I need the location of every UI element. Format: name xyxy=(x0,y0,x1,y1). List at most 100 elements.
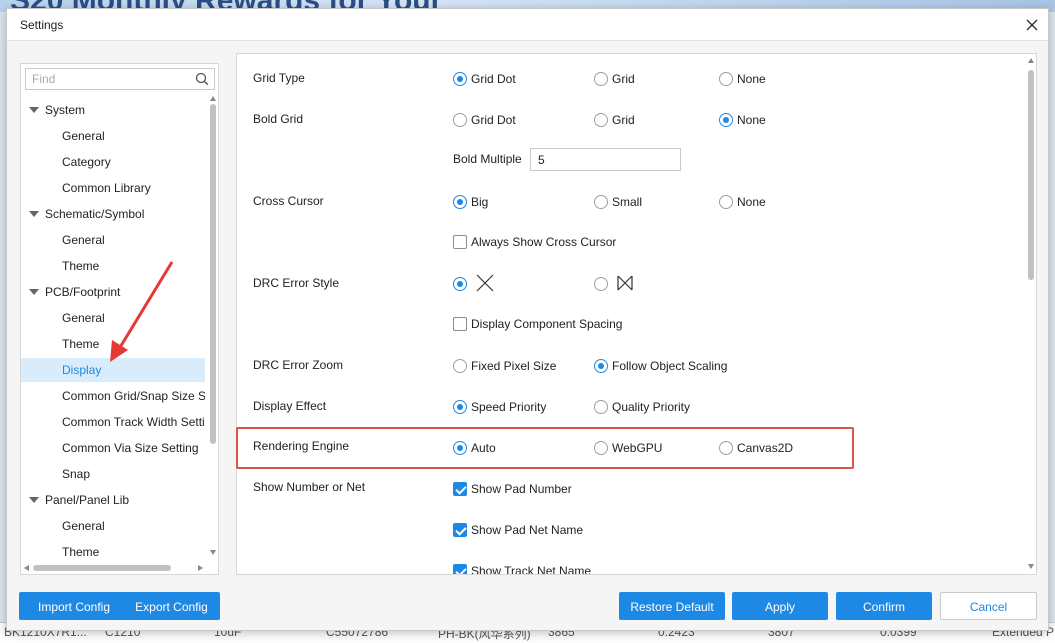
scroll-up-icon[interactable] xyxy=(1028,58,1034,63)
scroll-down-icon[interactable] xyxy=(210,550,216,555)
bowtie-icon xyxy=(617,275,633,291)
close-icon[interactable] xyxy=(1024,17,1040,33)
radio-circle[interactable] xyxy=(594,359,608,373)
option-label: Quality Priority xyxy=(612,400,691,414)
bold-grid-none-radio[interactable]: None xyxy=(719,112,766,128)
show-pad-number-checkbox[interactable]: Show Pad Number xyxy=(453,481,572,497)
cancel-button[interactable]: Cancel xyxy=(940,592,1037,620)
bold-grid-grid-radio[interactable]: Grid xyxy=(594,112,635,128)
export-config-button[interactable]: Export Config xyxy=(123,592,220,620)
import-config-button[interactable]: Import Config xyxy=(19,592,129,620)
tree-item-common-library[interactable]: Common Library xyxy=(21,176,205,200)
cross-cursor-big-radio[interactable]: Big xyxy=(453,194,488,210)
option-label: Always Show Cross Cursor xyxy=(471,235,617,249)
option-label: Small xyxy=(612,195,643,209)
show-track-net-name-checkbox[interactable]: Show Track Net Name xyxy=(453,563,591,574)
show-pad-net-name-checkbox[interactable]: Show Pad Net Name xyxy=(453,522,583,538)
drc-style-x-radio[interactable] xyxy=(453,274,497,292)
tree-item-category[interactable]: Category xyxy=(21,150,205,174)
tree-item-schematic-general[interactable]: General xyxy=(21,228,205,252)
radio-circle[interactable] xyxy=(594,113,608,127)
bold-grid-label: Bold Grid xyxy=(253,112,304,126)
tree-item-panel-theme[interactable]: Theme xyxy=(21,540,205,564)
grid-type-grid-dot-radio[interactable]: Grid Dot xyxy=(453,71,516,87)
tree-item-common-grid-snap-size[interactable]: Common Grid/Snap Size Setting xyxy=(21,384,205,408)
tree-item-snap[interactable]: Snap xyxy=(21,462,205,486)
radio-circle[interactable] xyxy=(453,113,467,127)
radio-circle[interactable] xyxy=(719,72,733,86)
caret-down-icon[interactable] xyxy=(29,107,39,113)
radio-circle[interactable] xyxy=(719,113,733,127)
drc-style-bowtie-radio[interactable] xyxy=(594,275,638,292)
scroll-thumb[interactable] xyxy=(210,104,216,444)
bold-grid-grid-dot-radio[interactable]: Grid Dot xyxy=(453,112,516,128)
radio-circle[interactable] xyxy=(453,72,467,86)
tree-item-label: Common Grid/Snap Size Setting xyxy=(62,389,205,403)
dialog-titlebar: Settings xyxy=(7,9,1048,41)
radio-circle[interactable] xyxy=(453,441,467,455)
show-number-or-net-label: Show Number or Net xyxy=(253,480,366,494)
radio-circle[interactable] xyxy=(594,72,608,86)
apply-button[interactable]: Apply xyxy=(732,592,828,620)
display-effect-quality-radio[interactable]: Quality Priority xyxy=(594,399,690,415)
radio-circle[interactable] xyxy=(453,400,467,414)
option-label: None xyxy=(737,195,766,209)
grid-type-grid-radio[interactable]: Grid xyxy=(594,71,635,87)
content-vertical-scrollbar[interactable] xyxy=(1025,54,1036,574)
caret-down-icon[interactable] xyxy=(29,289,39,295)
scroll-thumb[interactable] xyxy=(33,565,171,571)
rendering-engine-canvas2d-radio[interactable]: Canvas2D xyxy=(719,440,793,456)
radio-circle[interactable] xyxy=(719,195,733,209)
tree-vertical-scrollbar[interactable] xyxy=(208,94,218,560)
scroll-thumb[interactable] xyxy=(1028,70,1034,280)
restore-default-button[interactable]: Restore Default xyxy=(619,592,725,620)
grid-type-label: Grid Type xyxy=(253,71,305,85)
radio-circle[interactable] xyxy=(594,277,608,291)
rendering-engine-webgpu-radio[interactable]: WebGPU xyxy=(594,440,662,456)
tree-item-label: Theme xyxy=(62,259,100,273)
checkbox-box[interactable] xyxy=(453,235,467,249)
radio-circle[interactable] xyxy=(453,195,467,209)
option-label: Auto xyxy=(471,441,496,455)
radio-circle[interactable] xyxy=(453,359,467,373)
checkbox-box[interactable] xyxy=(453,317,467,331)
checkbox-box[interactable] xyxy=(453,523,467,537)
search-icon[interactable] xyxy=(195,72,209,86)
caret-down-icon[interactable] xyxy=(29,211,39,217)
checkbox-box[interactable] xyxy=(453,564,467,574)
display-component-spacing-checkbox[interactable]: Display Component Spacing xyxy=(453,316,622,332)
radio-circle[interactable] xyxy=(453,277,467,291)
always-show-cross-cursor-checkbox[interactable]: Always Show Cross Cursor xyxy=(453,234,616,250)
display-effect-label: Display Effect xyxy=(253,399,327,413)
option-label: None xyxy=(737,113,766,127)
tree-item-common-via-size[interactable]: Common Via Size Setting xyxy=(21,436,205,460)
radio-circle[interactable] xyxy=(594,195,608,209)
tree-item-common-track-width[interactable]: Common Track Width Setting xyxy=(21,410,205,434)
radio-circle[interactable] xyxy=(594,400,608,414)
display-effect-speed-radio[interactable]: Speed Priority xyxy=(453,399,546,415)
caret-down-icon[interactable] xyxy=(29,497,39,503)
tree-item-label: Category xyxy=(62,155,111,169)
tree-group-schematic-symbol[interactable]: Schematic/Symbol xyxy=(25,202,144,226)
drc-zoom-fixed-pixel-radio[interactable]: Fixed Pixel Size xyxy=(453,358,556,374)
bold-multiple-input[interactable] xyxy=(530,148,681,171)
cross-cursor-none-radio[interactable]: None xyxy=(719,194,766,210)
grid-type-none-radio[interactable]: None xyxy=(719,71,766,87)
tree-item-system-general[interactable]: General xyxy=(21,124,205,148)
tree-group-system[interactable]: System xyxy=(25,98,85,122)
drc-zoom-follow-object-radio[interactable]: Follow Object Scaling xyxy=(594,358,727,374)
find-input[interactable] xyxy=(26,69,186,89)
radio-circle[interactable] xyxy=(594,441,608,455)
scroll-left-icon[interactable] xyxy=(24,565,29,571)
radio-circle[interactable] xyxy=(719,441,733,455)
scroll-up-icon[interactable] xyxy=(210,96,216,101)
scroll-down-icon[interactable] xyxy=(1028,564,1034,569)
tree-item-panel-general[interactable]: General xyxy=(21,514,205,538)
scroll-right-icon[interactable] xyxy=(198,565,203,571)
checkbox-box[interactable] xyxy=(453,482,467,496)
confirm-button[interactable]: Confirm xyxy=(836,592,932,620)
tree-group-panel-lib[interactable]: Panel/Panel Lib xyxy=(25,488,129,512)
tree-horizontal-scrollbar[interactable] xyxy=(21,562,208,574)
rendering-engine-auto-radio[interactable]: Auto xyxy=(453,440,496,456)
cross-cursor-small-radio[interactable]: Small xyxy=(594,194,642,210)
